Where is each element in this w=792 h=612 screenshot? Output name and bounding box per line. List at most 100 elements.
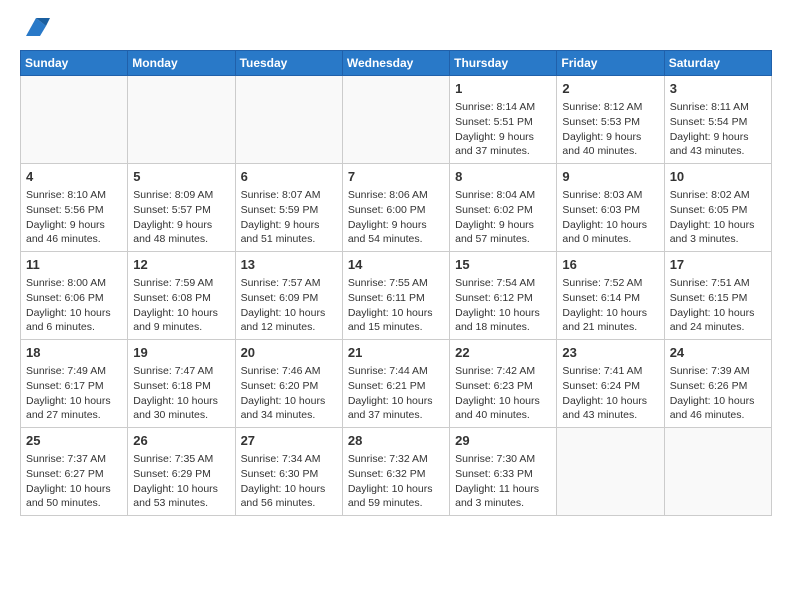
day-info: Daylight: 9 hours and 40 minutes. [562,130,658,159]
header-day-monday: Monday [128,51,235,76]
day-number: 7 [348,168,444,186]
week-row-5: 25Sunrise: 7:37 AMSunset: 6:27 PMDayligh… [21,428,772,516]
day-info: Sunrise: 7:30 AM [455,452,551,467]
day-info: Sunrise: 7:39 AM [670,364,766,379]
calendar-cell: 4 Sunrise: 8:10 AMSunset: 5:56 PMDaylight… [21,164,128,252]
calendar-cell: 14Sunrise: 7:55 AMSunset: 6:11 PMDayligh… [342,252,449,340]
page-header [20,16,772,40]
header-day-thursday: Thursday [450,51,557,76]
day-info: Sunset: 5:53 PM [562,115,658,130]
day-info: Sunset: 6:12 PM [455,291,551,306]
day-number: 27 [241,432,337,450]
day-number: 23 [562,344,658,362]
calendar-cell: 6Sunrise: 8:07 AMSunset: 5:59 PMDaylight… [235,164,342,252]
calendar-cell [128,76,235,164]
day-info: Sunset: 5:56 PM [26,203,122,218]
day-info: Sunrise: 7:55 AM [348,276,444,291]
calendar-cell: 29Sunrise: 7:30 AMSunset: 6:33 PMDayligh… [450,428,557,516]
calendar-cell: 9Sunrise: 8:03 AMSunset: 6:03 PMDaylight… [557,164,664,252]
day-info: Daylight: 10 hours and 34 minutes. [241,394,337,423]
day-number: 13 [241,256,337,274]
day-number: 24 [670,344,766,362]
day-number: 14 [348,256,444,274]
day-info: Sunrise: 8:12 AM [562,100,658,115]
calendar-cell: 3Sunrise: 8:11 AMSunset: 5:54 PMDaylight… [664,76,771,164]
day-info: Daylight: 10 hours and 53 minutes. [133,482,229,511]
day-info: Sunset: 6:27 PM [26,467,122,482]
day-info: Daylight: 10 hours and 37 minutes. [348,394,444,423]
day-info: Sunrise: 7:41 AM [562,364,658,379]
day-info: Daylight: 10 hours and 6 minutes. [26,306,122,335]
day-number: 20 [241,344,337,362]
day-info: Daylight: 10 hours and 12 minutes. [241,306,337,335]
day-info: Daylight: 10 hours and 27 minutes. [26,394,122,423]
calendar-cell: 26Sunrise: 7:35 AMSunset: 6:29 PMDayligh… [128,428,235,516]
day-number: 15 [455,256,551,274]
day-number: 2 [562,80,658,98]
day-info: Sunset: 5:59 PM [241,203,337,218]
day-number: 6 [241,168,337,186]
calendar-cell: 11Sunrise: 8:00 AMSunset: 6:06 PMDayligh… [21,252,128,340]
day-info: Daylight: 9 hours and 46 minutes. [26,218,122,247]
day-info: Sunrise: 7:35 AM [133,452,229,467]
day-info: Sunrise: 7:47 AM [133,364,229,379]
day-info: Daylight: 10 hours and 56 minutes. [241,482,337,511]
calendar-cell: 1Sunrise: 8:14 AMSunset: 5:51 PMDaylight… [450,76,557,164]
day-number: 8 [455,168,551,186]
day-number: 9 [562,168,658,186]
day-info: Sunset: 6:32 PM [348,467,444,482]
day-info: Sunrise: 8:14 AM [455,100,551,115]
day-info: Daylight: 9 hours and 37 minutes. [455,130,551,159]
day-number: 25 [26,432,122,450]
week-row-1: 1Sunrise: 8:14 AMSunset: 5:51 PMDaylight… [21,76,772,164]
day-number: 21 [348,344,444,362]
day-info: Daylight: 10 hours and 59 minutes. [348,482,444,511]
day-info: Daylight: 11 hours and 3 minutes. [455,482,551,511]
calendar-cell [235,76,342,164]
day-info: Sunrise: 8:10 AM [26,188,122,203]
day-info: Sunrise: 7:59 AM [133,276,229,291]
day-info: Sunrise: 7:49 AM [26,364,122,379]
day-info: Sunrise: 8:06 AM [348,188,444,203]
day-info: Sunrise: 8:00 AM [26,276,122,291]
day-info: Sunset: 5:54 PM [670,115,766,130]
week-row-3: 11Sunrise: 8:00 AMSunset: 6:06 PMDayligh… [21,252,772,340]
calendar-cell [557,428,664,516]
calendar-cell [342,76,449,164]
day-info: Daylight: 9 hours and 57 minutes. [455,218,551,247]
day-info: Daylight: 10 hours and 0 minutes. [562,218,658,247]
calendar-cell: 21Sunrise: 7:44 AMSunset: 6:21 PMDayligh… [342,340,449,428]
calendar-cell: 5Sunrise: 8:09 AMSunset: 5:57 PMDaylight… [128,164,235,252]
day-number: 26 [133,432,229,450]
calendar-cell: 8Sunrise: 8:04 AMSunset: 6:02 PMDaylight… [450,164,557,252]
day-info: Sunrise: 8:09 AM [133,188,229,203]
day-info: Sunset: 6:02 PM [455,203,551,218]
calendar-cell [664,428,771,516]
calendar-cell [21,76,128,164]
day-number: 18 [26,344,122,362]
day-info: Sunrise: 7:42 AM [455,364,551,379]
day-info: Daylight: 10 hours and 21 minutes. [562,306,658,335]
header-day-tuesday: Tuesday [235,51,342,76]
day-info: Daylight: 10 hours and 50 minutes. [26,482,122,511]
day-info: Sunset: 6:00 PM [348,203,444,218]
day-number: 28 [348,432,444,450]
day-info: Daylight: 9 hours and 43 minutes. [670,130,766,159]
header-day-sunday: Sunday [21,51,128,76]
day-info: Sunrise: 7:52 AM [562,276,658,291]
calendar-cell: 19Sunrise: 7:47 AMSunset: 6:18 PMDayligh… [128,340,235,428]
logo-icon [22,12,50,40]
calendar-cell: 10Sunrise: 8:02 AMSunset: 6:05 PMDayligh… [664,164,771,252]
calendar-table: SundayMondayTuesdayWednesdayThursdayFrid… [20,50,772,516]
day-info: Sunrise: 8:11 AM [670,100,766,115]
day-info: Sunrise: 7:44 AM [348,364,444,379]
day-info: Sunset: 6:11 PM [348,291,444,306]
calendar-cell: 28Sunrise: 7:32 AMSunset: 6:32 PMDayligh… [342,428,449,516]
day-info: Daylight: 10 hours and 46 minutes. [670,394,766,423]
day-info: Sunrise: 7:51 AM [670,276,766,291]
day-info: Sunset: 6:20 PM [241,379,337,394]
day-number: 29 [455,432,551,450]
day-number: 4 [26,168,122,186]
header-day-friday: Friday [557,51,664,76]
day-info: Sunrise: 7:46 AM [241,364,337,379]
